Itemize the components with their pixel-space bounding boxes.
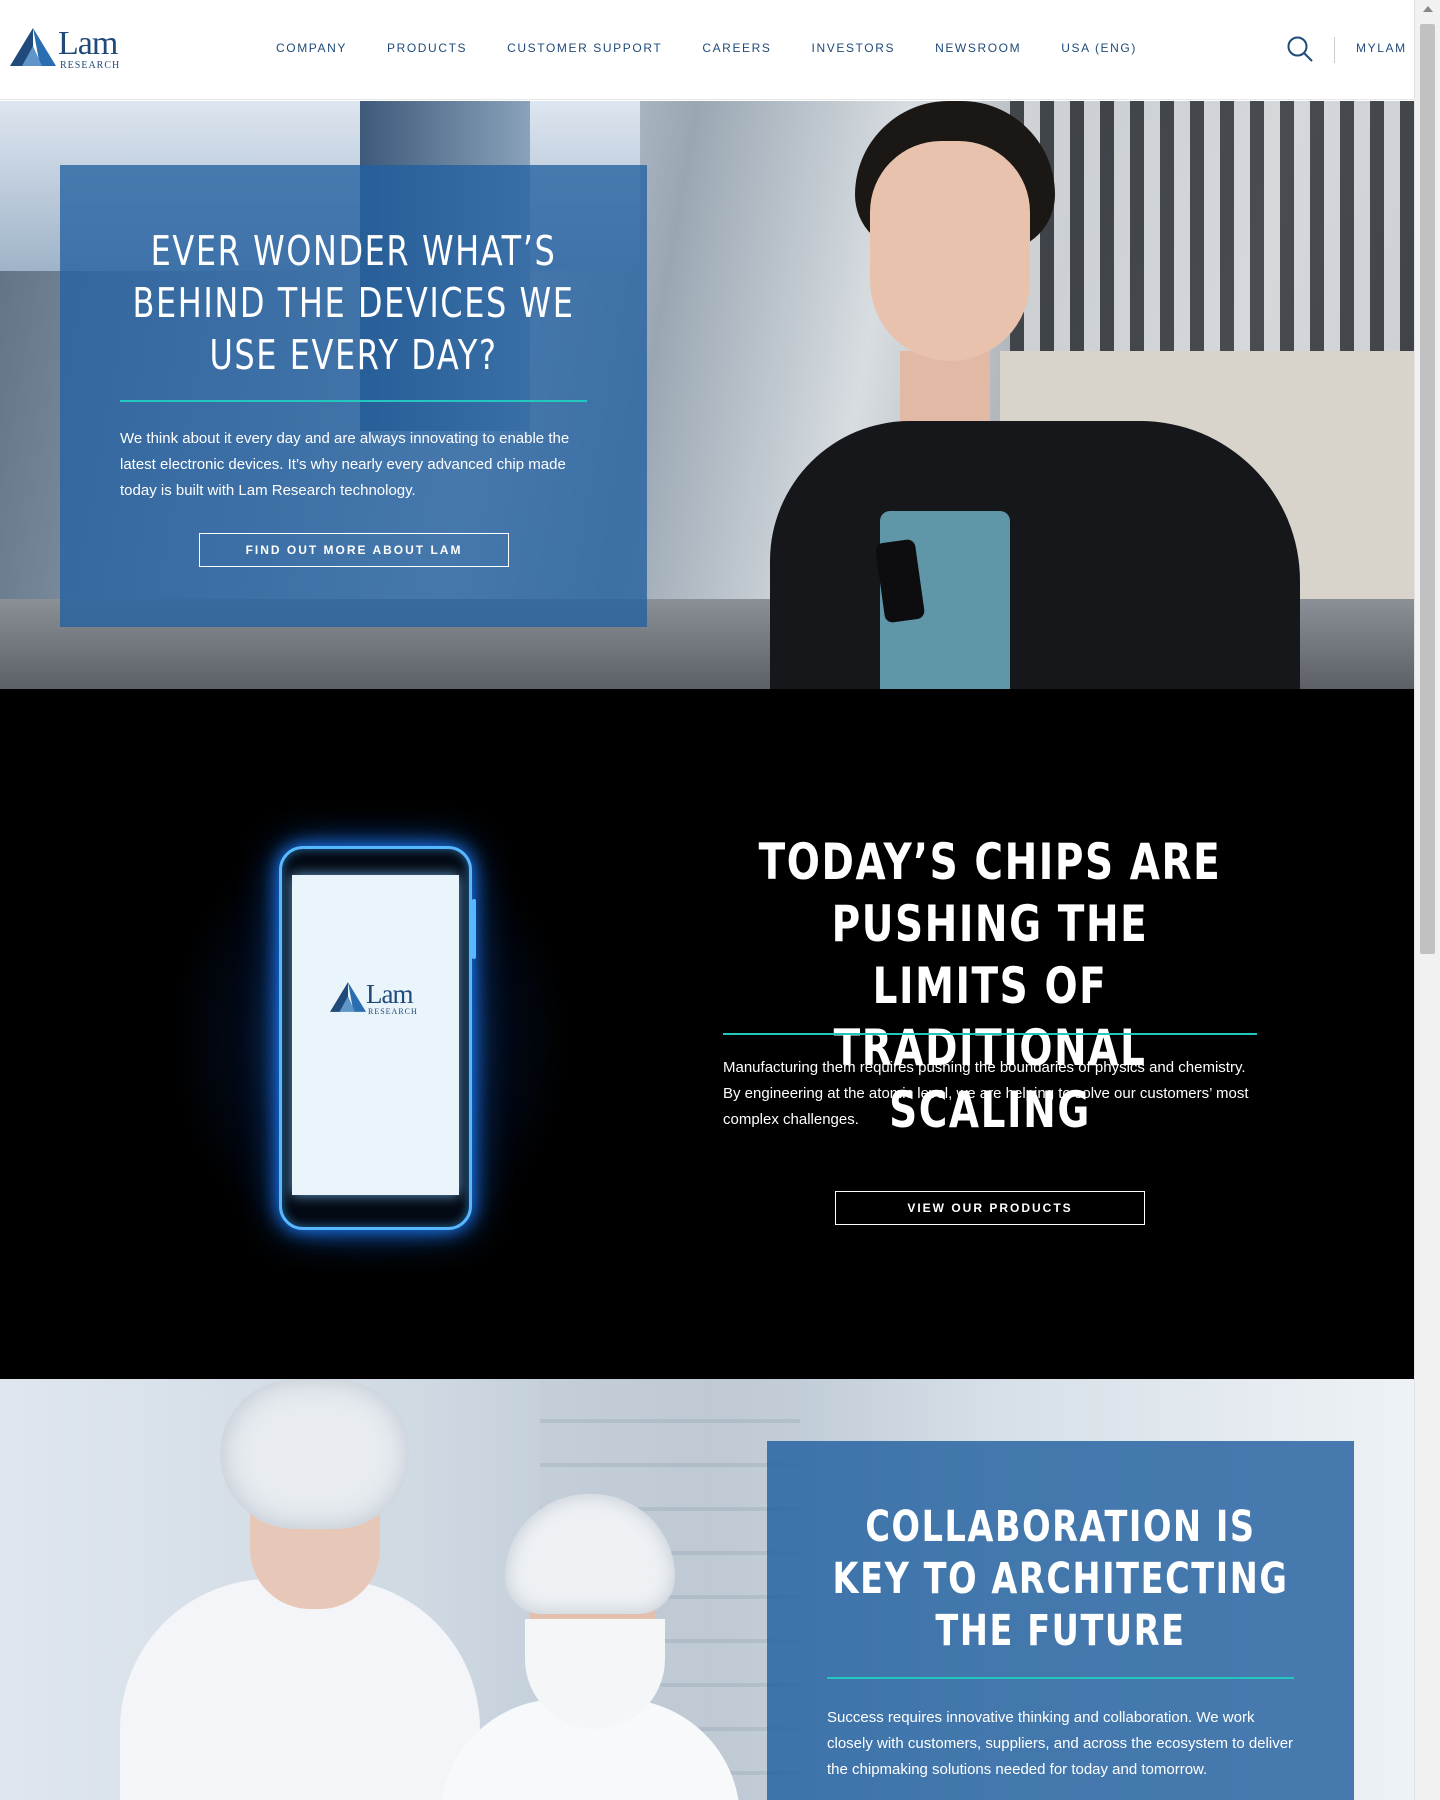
mylam-link[interactable]: MYLAM xyxy=(1356,41,1407,55)
main-nav: COMPANY PRODUCTS CUSTOMER SUPPORT CAREER… xyxy=(276,41,1177,55)
scrollbar-thumb[interactable] xyxy=(1420,24,1435,954)
nav-item-region[interactable]: USA (ENG) xyxy=(1061,41,1137,55)
phone-logo-subtitle: RESEARCH xyxy=(368,1007,418,1016)
collaboration-accent-line xyxy=(827,1677,1294,1679)
lam-logo-mark-icon xyxy=(10,28,56,66)
lam-logo-mark-icon xyxy=(330,982,366,1012)
chips-section: Lam RESEARCH TODAY’S CHIPS ARE PUSHING T… xyxy=(0,689,1414,1379)
nav-item-investors[interactable]: INVESTORS xyxy=(812,41,896,55)
hero-person-jacket xyxy=(770,421,1300,689)
search-icon xyxy=(1287,36,1313,62)
logo-subtitle: RESEARCH xyxy=(60,60,121,71)
nav-item-company[interactable]: COMPANY xyxy=(276,41,347,55)
collaboration-section: COLLABORATION IS KEY TO ARCHITECTING THE… xyxy=(0,1379,1414,1800)
nav-item-newsroom[interactable]: NEWSROOM xyxy=(935,41,1021,55)
lab-person-1-hairnet xyxy=(220,1379,410,1529)
search-button[interactable] xyxy=(1286,35,1314,63)
phone-logo-wordmark: Lam xyxy=(366,979,413,1009)
chips-accent-line xyxy=(723,1033,1257,1035)
logo-wordmark: Lam xyxy=(58,25,118,62)
phone-screen-logo: Lam RESEARCH xyxy=(330,980,430,1020)
lam-research-logo[interactable]: Lam RESEARCH xyxy=(10,26,130,72)
phone-illustration: Lam RESEARCH xyxy=(279,846,476,1230)
hero-title: EVER WONDER WHAT’S BEHIND THE DEVICES WE… xyxy=(132,227,575,379)
scroll-up-arrow-icon[interactable] xyxy=(1423,6,1433,12)
nav-item-customer-support[interactable]: CUSTOMER SUPPORT xyxy=(507,41,662,55)
page-scrollbar[interactable] xyxy=(1414,0,1440,1800)
phone-side-button xyxy=(472,899,476,959)
header-divider xyxy=(1334,37,1335,63)
collaboration-panel: COLLABORATION IS KEY TO ARCHITECTING THE… xyxy=(767,1441,1354,1800)
phone-screen: Lam RESEARCH xyxy=(292,875,459,1195)
hero-building-windows xyxy=(1010,101,1414,351)
chips-body: Manufacturing them requires pushing the … xyxy=(723,1059,1249,1128)
site-header: Lam RESEARCH COMPANY PRODUCTS CUSTOMER S… xyxy=(0,0,1414,100)
hero-person-face xyxy=(870,141,1030,361)
hero-panel: EVER WONDER WHAT’S BEHIND THE DEVICES WE… xyxy=(60,165,647,627)
nav-item-products[interactable]: PRODUCTS xyxy=(387,41,467,55)
view-products-button[interactable]: VIEW OUR PRODUCTS xyxy=(835,1191,1145,1225)
hero-accent-line xyxy=(120,400,587,402)
lab-person-1-coat xyxy=(120,1579,480,1800)
find-out-more-button[interactable]: FIND OUT MORE ABOUT LAM xyxy=(199,533,509,567)
hero-body: We think about it every day and are alwa… xyxy=(120,430,570,499)
collaboration-body: Success requires innovative thinking and… xyxy=(827,1709,1294,1778)
collaboration-title: COLLABORATION IS KEY TO ARCHITECTING THE… xyxy=(832,1502,1289,1656)
hero-section: EVER WONDER WHAT’S BEHIND THE DEVICES WE… xyxy=(0,101,1414,689)
nav-item-careers[interactable]: CAREERS xyxy=(702,41,771,55)
